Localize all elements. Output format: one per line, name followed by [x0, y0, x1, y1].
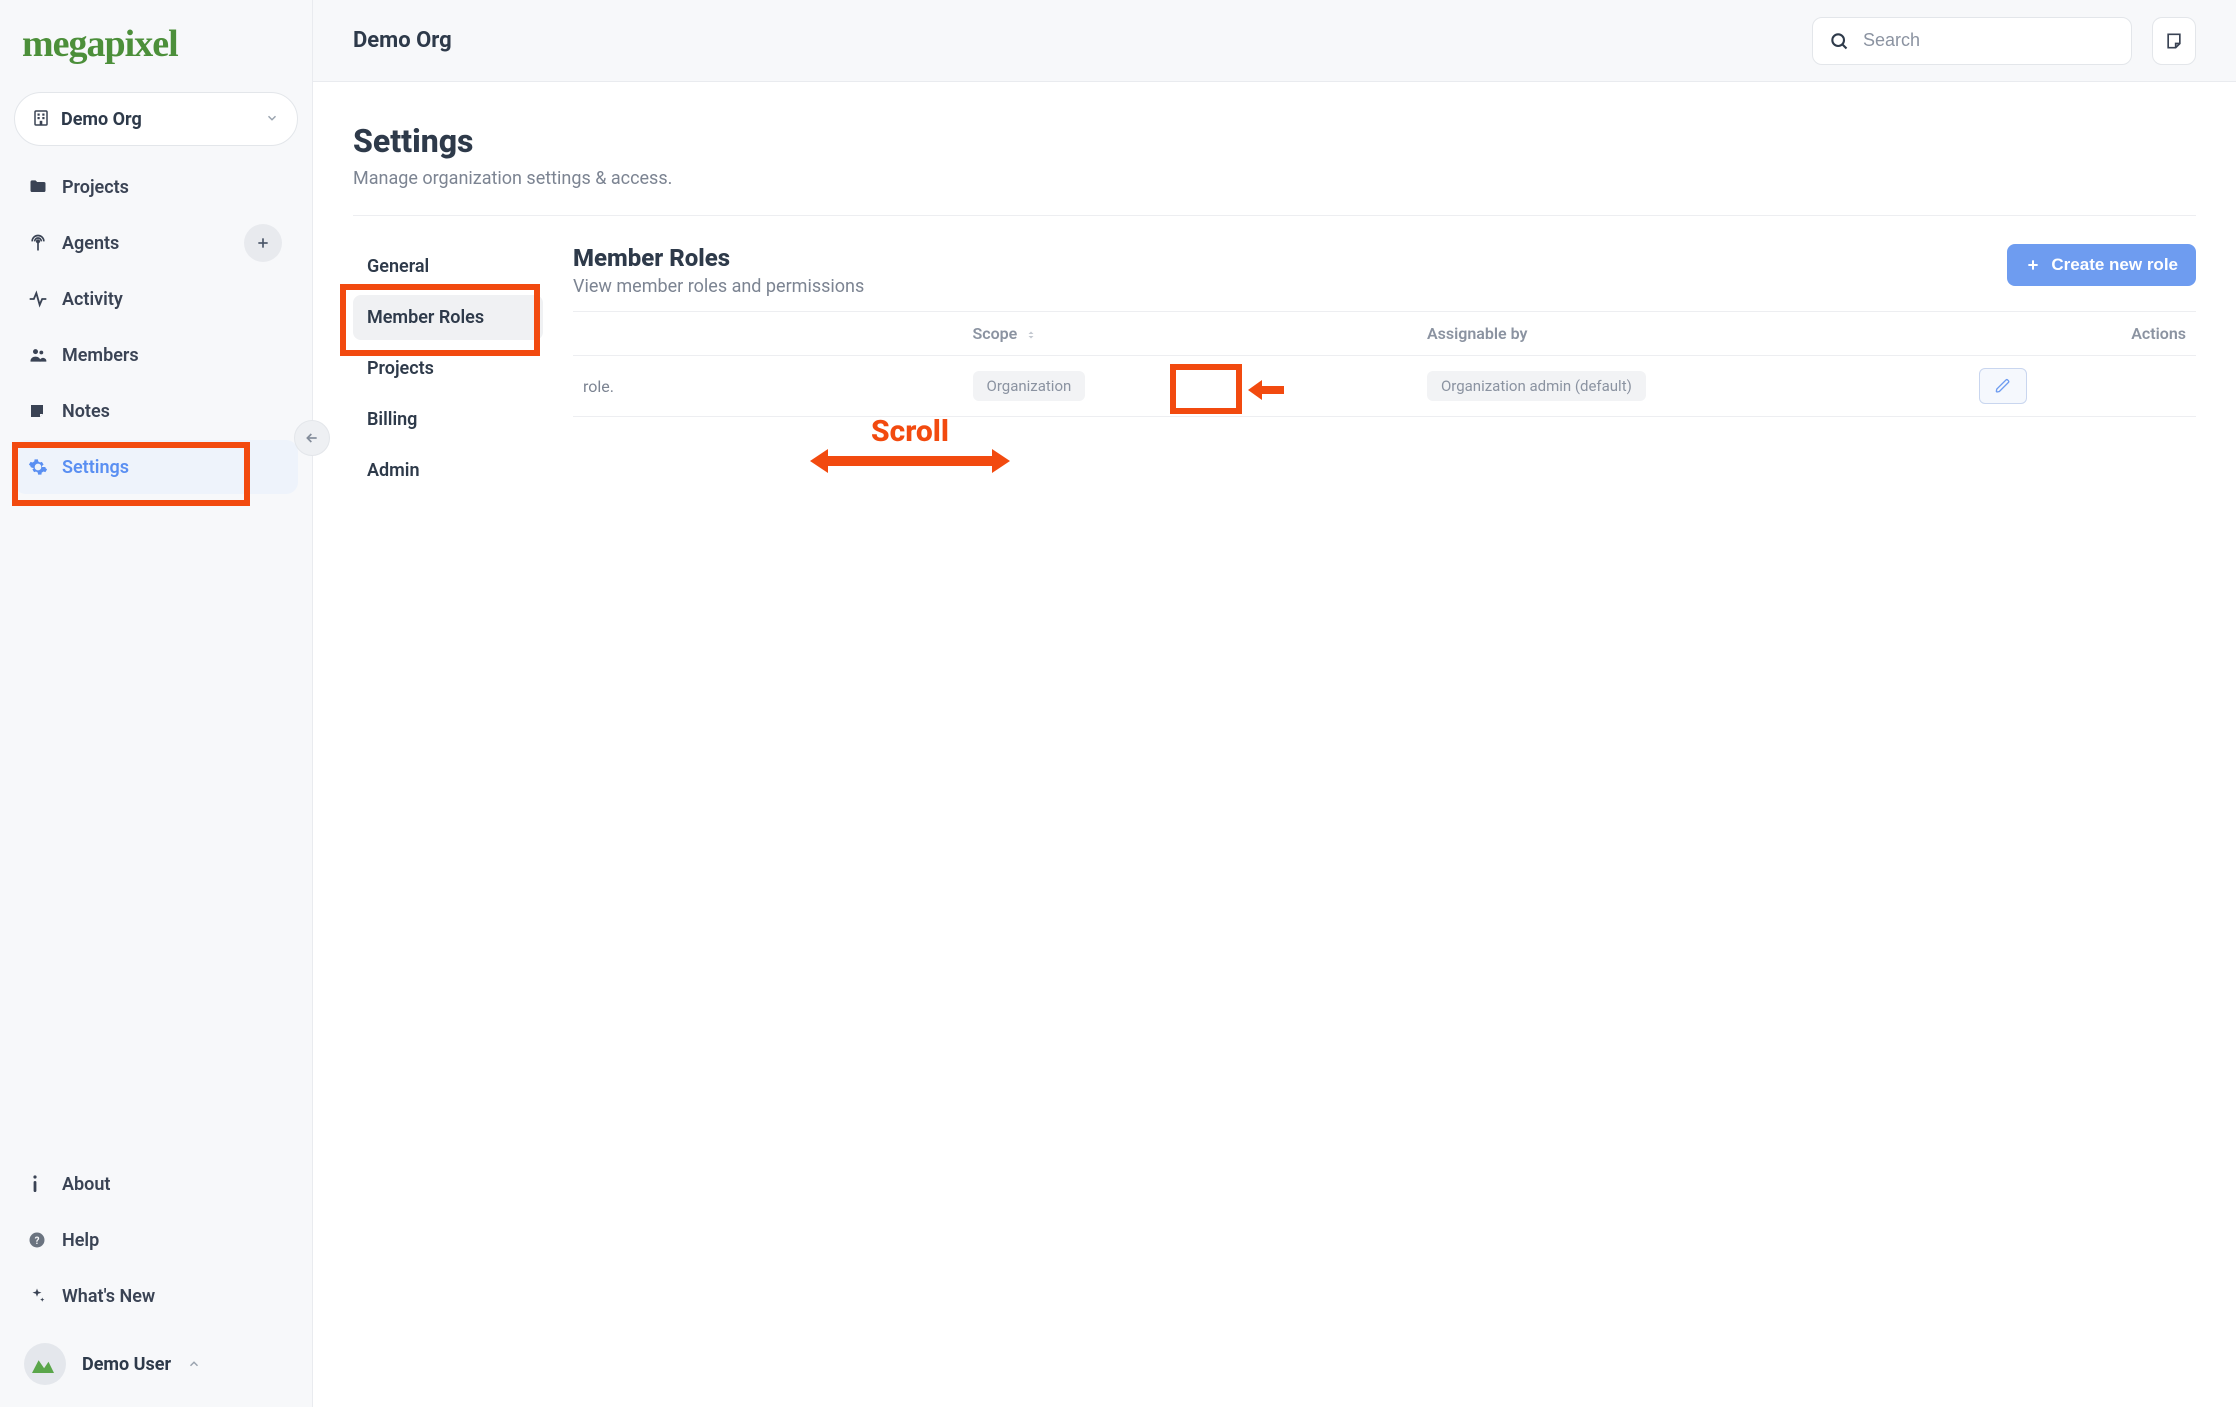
user-name: Demo User [82, 1354, 171, 1375]
nav-about[interactable]: About [14, 1157, 298, 1211]
members-icon [28, 345, 62, 365]
org-selector[interactable]: Demo Org [14, 92, 298, 146]
pencil-icon [1995, 378, 2011, 394]
chevron-up-icon [187, 1357, 201, 1371]
col-actions: Actions [1969, 312, 2196, 356]
sparkles-icon [28, 1287, 62, 1305]
table-row: role. Organization Organization admin (d… [573, 356, 2196, 417]
topbar: Demo Org [313, 0, 2236, 82]
nav-agents[interactable]: Agents [14, 216, 298, 270]
nav-label: Members [62, 345, 139, 366]
col-assignable-by: Assignable by [1417, 312, 1969, 356]
panel-subtitle: View member roles and permissions [573, 276, 864, 297]
building-icon [33, 110, 51, 128]
nav-whats-new[interactable]: What's New [14, 1269, 298, 1323]
nav-settings[interactable]: Settings [14, 440, 298, 494]
nav-label: Agents [62, 233, 119, 254]
page-header: Settings Manage organization settings & … [353, 122, 2196, 216]
search-box[interactable] [1812, 17, 2132, 65]
breadcrumb-title: Demo Org [353, 28, 452, 53]
nav-notes[interactable]: Notes [14, 384, 298, 438]
primary-nav: Projects Agents Activity [14, 160, 298, 494]
page-subtitle: Manage organization settings & access. [353, 168, 2196, 189]
nav-label: Activity [62, 289, 123, 310]
edit-role-button[interactable] [1979, 368, 2027, 404]
gear-icon [28, 457, 62, 477]
chevron-down-icon [265, 110, 279, 129]
tab-general[interactable]: General [353, 244, 543, 289]
nav-label: Help [62, 1230, 99, 1251]
org-name: Demo Org [61, 109, 142, 130]
sort-icon [1025, 329, 1037, 341]
scope-chip: Organization [973, 371, 1086, 401]
activity-icon [28, 289, 62, 309]
sidebar: megapixel Demo Org Projects [0, 0, 313, 1407]
new-note-button[interactable] [2152, 17, 2196, 65]
brand-logo: megapixel [22, 22, 290, 66]
create-role-label: Create new role [2051, 255, 2178, 275]
panel-title: Member Roles [573, 244, 864, 272]
nav-label: What's New [62, 1286, 155, 1307]
col-scope[interactable]: Scope [963, 312, 1417, 356]
info-icon [28, 1175, 62, 1193]
settings-tabs: General Member Roles Projects Billing Ad… [353, 244, 543, 493]
add-agent-button[interactable] [244, 224, 282, 262]
settings-panel: Member Roles View member roles and permi… [573, 244, 2196, 417]
nav-label: Settings [62, 457, 129, 478]
tab-projects[interactable]: Projects [353, 346, 543, 391]
plus-icon [2025, 257, 2041, 273]
tab-member-roles[interactable]: Member Roles [353, 295, 543, 340]
nav-activity[interactable]: Activity [14, 272, 298, 326]
user-menu[interactable]: Demo User [14, 1337, 298, 1391]
avatar [24, 1343, 66, 1385]
help-icon: ? [28, 1231, 62, 1249]
note-icon [28, 402, 62, 420]
sticky-note-icon [2164, 31, 2184, 51]
create-role-button[interactable]: Create new role [2007, 244, 2196, 286]
nav-help[interactable]: ? Help [14, 1213, 298, 1267]
main: Demo Org Settings Manage organization se… [313, 0, 2236, 1407]
secondary-nav: About ? Help What's New [14, 1157, 298, 1323]
page-title: Settings [353, 122, 2196, 160]
nav-projects[interactable]: Projects [14, 160, 298, 214]
tab-admin[interactable]: Admin [353, 448, 543, 493]
nav-members[interactable]: Members [14, 328, 298, 382]
arrow-left-icon [304, 430, 320, 446]
roles-table: Scope Assignable by Actions role. Organi… [573, 311, 2196, 417]
assignable-chip: Organization admin (default) [1427, 371, 1646, 401]
folder-icon [28, 177, 62, 197]
svg-text:?: ? [35, 1236, 40, 1247]
nav-label: Projects [62, 177, 129, 198]
sidebar-collapse-button[interactable] [294, 420, 330, 456]
role-name-cell: role. [573, 356, 963, 417]
search-input[interactable] [1863, 30, 2115, 51]
antenna-icon [28, 233, 62, 253]
search-icon [1829, 31, 1849, 51]
nav-label: About [62, 1174, 110, 1195]
nav-label: Notes [62, 401, 110, 422]
tab-billing[interactable]: Billing [353, 397, 543, 442]
